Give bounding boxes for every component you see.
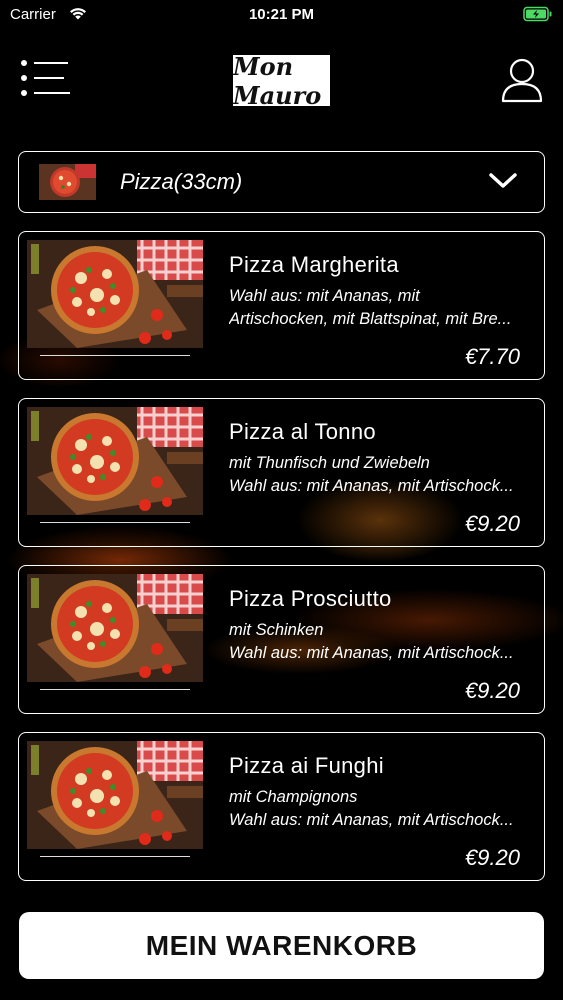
product-description-line: mit Champignons [229,788,358,806]
logo[interactable]: Mon Mauro [233,52,330,110]
menu-icon[interactable] [20,58,72,98]
product-description-line: mit Schinken [229,621,324,639]
product-price: €7.70 [464,344,520,369]
cart-button[interactable]: MEIN WARENKORB [19,912,544,979]
product-divider [40,355,190,356]
product-description-line: mit Thunfisch und Zwiebeln [229,454,430,472]
product-description: mit Champignons Wahl aus: mit Ananas, mit… [229,786,534,832]
product-description-line: Wahl aus: mit Ananas, mit Artischock... [229,644,514,662]
product-price: €9.20 [464,845,520,870]
product-description-line: Wahl aus: mit Ananas, mit Artischock... [229,477,514,495]
product-description: Wahl aus: mit Ananas, mit Artischocken, m… [229,285,534,331]
battery-icon [523,6,552,22]
product-card[interactable]: Pizza al Tonno mit Thunfisch und Zwiebeln… [18,398,545,547]
status-bar: Carrier 10:21 PM [0,0,563,30]
product-name: Pizza al Tonno [229,419,376,444]
product-description: mit Thunfisch und Zwiebeln Wahl aus: mit … [229,452,534,498]
logo-text: Mon Mauro [233,51,322,110]
product-image [27,574,203,682]
product-description-line: Wahl aus: mit Ananas, mit Artischock... [229,811,514,829]
product-name: Pizza Prosciutto [229,586,392,611]
user-icon[interactable] [500,57,544,103]
category-label: Pizza(33cm) [120,169,243,194]
product-description: mit Schinken Wahl aus: mit Ananas, mit Ar… [229,619,534,665]
product-card[interactable]: Pizza ai Funghi mit Champignons Wahl aus: … [18,732,545,881]
product-name: Pizza ai Funghi [229,753,384,778]
category-thumbnail [39,164,96,200]
category-dropdown[interactable]: Pizza(33cm) [18,151,545,213]
product-card[interactable]: Pizza Margherita Wahl aus: mit Ananas, mi… [18,231,545,380]
product-divider [40,522,190,523]
chevron-down-icon[interactable] [488,170,518,192]
status-time: 10:21 PM [248,6,315,23]
product-price: €9.20 [464,678,520,703]
product-card[interactable]: Pizza Prosciutto mit Schinken Wahl aus: mi… [18,565,545,714]
product-image [27,741,203,849]
product-image [27,240,203,348]
product-image [27,407,203,515]
product-divider [40,856,190,857]
product-name: Pizza Margherita [229,252,399,277]
product-divider [40,689,190,690]
product-description-line: Artischocken, mit Blattspinat, mit Bre..… [229,310,512,328]
product-price: €9.20 [464,511,520,536]
product-description-line: Wahl aus: mit Ananas, mit [229,287,420,305]
